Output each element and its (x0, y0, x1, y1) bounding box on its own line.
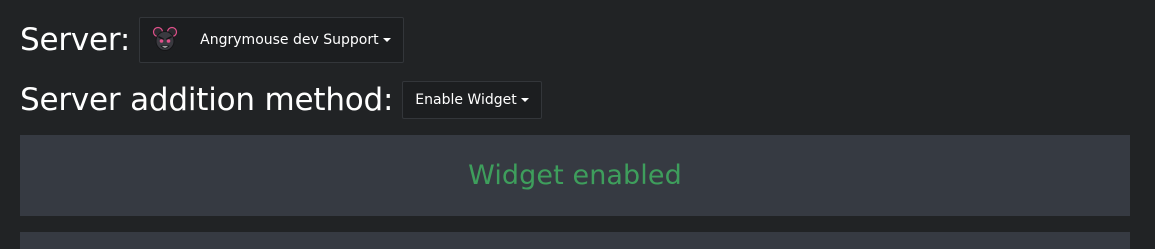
server-row: Server: Angrymouse dev Support (20, 17, 404, 63)
server-label: Server: (20, 22, 131, 58)
server-avatar-icon (150, 25, 180, 55)
server-dropdown[interactable]: Angrymouse dev Support (139, 17, 404, 63)
method-dropdown-value: Enable Widget (415, 92, 517, 108)
method-row: Server addition method: Enable Widget (20, 81, 542, 119)
status-message: Widget enabled (468, 160, 682, 191)
content-panel (20, 232, 1130, 249)
server-dropdown-value: Angrymouse dev Support (200, 32, 379, 48)
method-dropdown[interactable]: Enable Widget (402, 81, 542, 119)
chevron-down-icon (520, 98, 529, 102)
status-panel: Widget enabled (20, 135, 1130, 216)
method-label: Server addition method: (20, 82, 394, 118)
chevron-down-icon (382, 38, 391, 42)
